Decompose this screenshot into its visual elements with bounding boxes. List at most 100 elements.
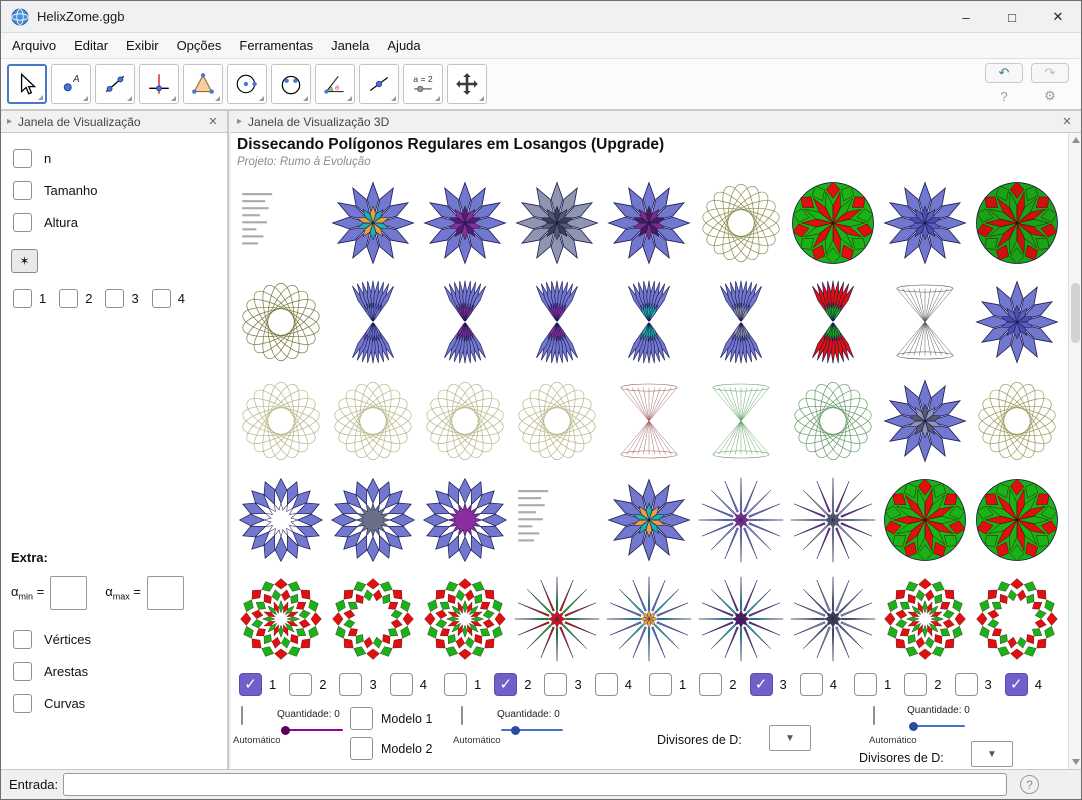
close-button[interactable]: ✕: [1035, 1, 1081, 33]
entrada-input[interactable]: [63, 773, 1007, 796]
figure-spike[interactable]: [603, 569, 695, 668]
checkbox-vertices[interactable]: [13, 630, 32, 649]
redo-button[interactable]: ↷: [1031, 63, 1069, 83]
menu-opcoes[interactable]: Opções: [168, 34, 231, 57]
figure-set-checkbox[interactable]: ✓: [750, 673, 773, 696]
figure-wirehour[interactable]: [603, 371, 695, 470]
checkbox-set-2[interactable]: [59, 289, 78, 308]
quantidade-slider-1[interactable]: [281, 729, 343, 731]
checkbox-arestas[interactable]: [13, 662, 32, 681]
figure-hour[interactable]: [419, 272, 511, 371]
figure-wire[interactable]: [235, 272, 327, 371]
checkbox-curvas[interactable]: [13, 694, 32, 713]
figure-dome[interactable]: [603, 470, 695, 569]
figure-wirehour[interactable]: [695, 371, 787, 470]
figure-spike[interactable]: [511, 569, 603, 668]
menu-editar[interactable]: Editar: [65, 34, 117, 57]
alpha-min-input[interactable]: [50, 576, 87, 610]
figure-dome[interactable]: [603, 173, 695, 272]
figure-spiral[interactable]: [235, 569, 327, 668]
figure-set-checkbox[interactable]: [595, 673, 618, 696]
figure-set-checkbox[interactable]: ✓: [1005, 673, 1028, 696]
menu-janela[interactable]: Janela: [322, 34, 378, 57]
divisores-dropdown-2[interactable]: ▼: [971, 741, 1013, 767]
figure-dome[interactable]: [511, 173, 603, 272]
figure-set-checkbox[interactable]: ✓: [239, 673, 262, 696]
figure-wire[interactable]: [695, 173, 787, 272]
slider-thumb[interactable]: [909, 722, 918, 731]
figure-hour[interactable]: [327, 272, 419, 371]
figure-hour[interactable]: [603, 272, 695, 371]
figure-spiral[interactable]: [971, 569, 1063, 668]
quantidade-slider-3[interactable]: [909, 725, 965, 727]
figure-set-checkbox[interactable]: [544, 673, 567, 696]
figure-ring[interactable]: [327, 470, 419, 569]
scrollbar-thumb[interactable]: [1071, 283, 1080, 343]
checkbox-tamanho[interactable]: [13, 181, 32, 200]
help-icon[interactable]: ?: [985, 87, 1023, 105]
figure-hour[interactable]: [787, 272, 879, 371]
collapse-arrow-icon[interactable]: ▸: [237, 116, 242, 127]
figure-text[interactable]: [511, 470, 603, 569]
figure-set-checkbox[interactable]: [955, 673, 978, 696]
menu-arquivo[interactable]: Arquivo: [3, 34, 65, 57]
modelo-1-checkbox[interactable]: [350, 707, 373, 730]
figure-spike[interactable]: [787, 470, 879, 569]
divisores-dropdown-1[interactable]: ▼: [769, 725, 811, 751]
figure-dome[interactable]: [971, 272, 1063, 371]
figure-wire[interactable]: [327, 371, 419, 470]
settings-gear-icon[interactable]: ⚙: [1031, 87, 1069, 105]
figure-ball[interactable]: [971, 173, 1063, 272]
figure-wire[interactable]: [511, 371, 603, 470]
alpha-max-input[interactable]: [147, 576, 184, 610]
automatico-checkbox-2[interactable]: [461, 706, 463, 725]
tool-point-button[interactable]: A: [51, 64, 91, 104]
menu-ferramentas[interactable]: Ferramentas: [230, 34, 322, 57]
close-graphics-view-icon[interactable]: ✕: [205, 115, 221, 128]
figure-dome[interactable]: [879, 173, 971, 272]
menu-ajuda[interactable]: Ajuda: [378, 34, 429, 57]
figure-text[interactable]: [235, 173, 327, 272]
close-view-3d-icon[interactable]: ✕: [1059, 115, 1075, 128]
tool-move-view-button[interactable]: [447, 64, 487, 104]
canvas-3d[interactable]: Dissecando Polígonos Regulares em Losang…: [231, 133, 1081, 769]
figure-dome[interactable]: [419, 173, 511, 272]
figure-hour[interactable]: [511, 272, 603, 371]
collapse-arrow-icon[interactable]: ▸: [7, 116, 12, 127]
figure-dome[interactable]: [879, 371, 971, 470]
scroll-down-icon[interactable]: [1072, 759, 1080, 765]
tool-line-button[interactable]: [95, 64, 135, 104]
figure-ring[interactable]: [419, 470, 511, 569]
checkbox-set-3[interactable]: [105, 289, 124, 308]
figure-spike[interactable]: [787, 569, 879, 668]
automatico-checkbox-1[interactable]: [241, 706, 243, 725]
figure-spike[interactable]: [695, 569, 787, 668]
modelo-2-checkbox[interactable]: [350, 737, 373, 760]
figure-wirehour[interactable]: [879, 272, 971, 371]
figure-spiral[interactable]: [879, 569, 971, 668]
tool-angle-button[interactable]: a: [315, 64, 355, 104]
figure-wire[interactable]: [971, 371, 1063, 470]
figure-set-checkbox[interactable]: [904, 673, 927, 696]
figure-set-checkbox[interactable]: [699, 673, 722, 696]
maximize-button[interactable]: □: [989, 1, 1035, 33]
input-help-icon[interactable]: ?: [1020, 775, 1039, 794]
automatico-checkbox-3[interactable]: [873, 706, 875, 725]
star-button[interactable]: ✶: [11, 249, 38, 273]
figure-set-checkbox[interactable]: [289, 673, 312, 696]
figure-set-checkbox[interactable]: [390, 673, 413, 696]
tool-reflect-button[interactable]: [359, 64, 399, 104]
figure-ball[interactable]: [879, 470, 971, 569]
slider-thumb[interactable]: [281, 726, 290, 735]
checkbox-set-1[interactable]: [13, 289, 32, 308]
tool-slider-button[interactable]: a = 2: [403, 64, 443, 104]
figure-spike[interactable]: [695, 470, 787, 569]
tool-perpendicular-button[interactable]: [139, 64, 179, 104]
undo-button[interactable]: ↶: [985, 63, 1023, 83]
tool-conic-button[interactable]: [271, 64, 311, 104]
figure-set-checkbox[interactable]: [854, 673, 877, 696]
tool-circle-button[interactable]: [227, 64, 267, 104]
figure-set-checkbox[interactable]: [649, 673, 672, 696]
figure-wire[interactable]: [419, 371, 511, 470]
vertical-scrollbar[interactable]: [1068, 133, 1081, 769]
